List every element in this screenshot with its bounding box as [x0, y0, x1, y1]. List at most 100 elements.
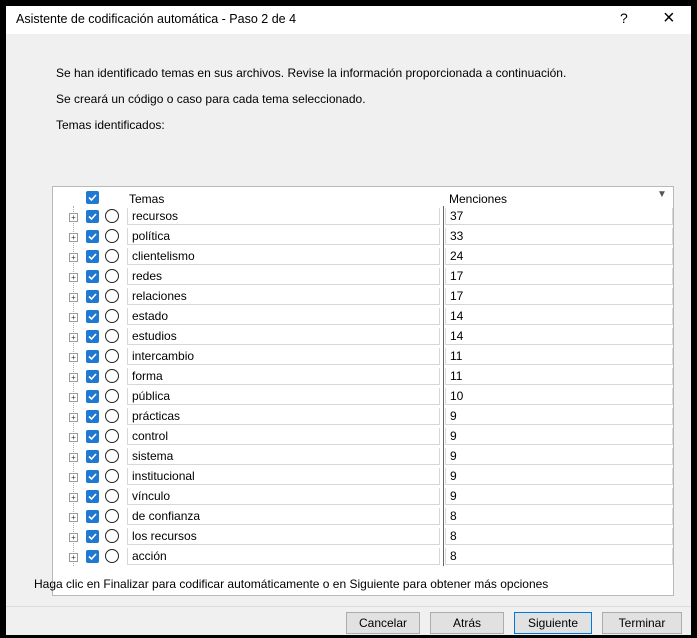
row-radio[interactable] — [105, 369, 119, 383]
table-row[interactable]: + relaciones 17 — [53, 287, 673, 307]
title-bar: Asistente de codificación automática - P… — [6, 6, 691, 34]
theme-cell: estudios — [127, 328, 440, 345]
expand-icon[interactable]: + — [69, 293, 78, 302]
row-checkbox[interactable] — [86, 410, 99, 423]
expand-icon[interactable]: + — [69, 273, 78, 282]
header-mentions[interactable]: Menciones — [449, 192, 507, 206]
header-themes[interactable]: Temas — [129, 192, 164, 206]
theme-cell: vínculo — [127, 488, 440, 505]
expand-icon[interactable]: + — [69, 533, 78, 542]
close-button[interactable]: × — [663, 7, 675, 30]
table-row[interactable]: + estudios 14 — [53, 327, 673, 347]
row-radio[interactable] — [105, 489, 119, 503]
expand-icon[interactable]: + — [69, 433, 78, 442]
table-row[interactable]: + pública 10 — [53, 387, 673, 407]
row-checkbox[interactable] — [86, 250, 99, 263]
row-checkbox[interactable] — [86, 490, 99, 503]
expand-icon[interactable]: + — [69, 553, 78, 562]
button-bar: Cancelar Atrás Siguiente Terminar — [6, 606, 691, 635]
row-checkbox[interactable] — [86, 370, 99, 383]
expand-icon[interactable]: + — [69, 333, 78, 342]
row-checkbox[interactable] — [86, 430, 99, 443]
theme-cell: redes — [127, 268, 440, 285]
row-radio[interactable] — [105, 509, 119, 523]
row-radio[interactable] — [105, 389, 119, 403]
row-radio[interactable] — [105, 449, 119, 463]
theme-cell: pública — [127, 388, 440, 405]
expand-icon[interactable]: + — [69, 233, 78, 242]
table-row[interactable]: + política 33 — [53, 227, 673, 247]
table-row[interactable]: + estado 14 — [53, 307, 673, 327]
expand-icon[interactable]: + — [69, 353, 78, 362]
mentions-cell: 33 — [445, 228, 673, 245]
expand-icon[interactable]: + — [69, 393, 78, 402]
expand-icon[interactable]: + — [69, 453, 78, 462]
table-row[interactable]: + clientelismo 24 — [53, 247, 673, 267]
row-radio[interactable] — [105, 549, 119, 563]
mentions-cell: 10 — [445, 388, 673, 405]
expand-icon[interactable]: + — [69, 493, 78, 502]
table-row[interactable]: + control 9 — [53, 427, 673, 447]
row-radio[interactable] — [105, 209, 119, 223]
row-checkbox[interactable] — [86, 310, 99, 323]
mentions-cell: 11 — [445, 368, 673, 385]
row-radio[interactable] — [105, 309, 119, 323]
row-radio[interactable] — [105, 349, 119, 363]
table-row[interactable]: + sistema 9 — [53, 447, 673, 467]
expand-icon[interactable]: + — [69, 473, 78, 482]
status-text: Haga clic en Finalizar para codificar au… — [34, 577, 549, 591]
row-checkbox[interactable] — [86, 330, 99, 343]
table-row[interactable]: + acción 8 — [53, 547, 673, 567]
row-checkbox[interactable] — [86, 350, 99, 363]
row-checkbox[interactable] — [86, 270, 99, 283]
theme-cell: forma — [127, 368, 440, 385]
expand-icon[interactable]: + — [69, 253, 78, 262]
table-row[interactable]: + los recursos 8 — [53, 527, 673, 547]
row-radio[interactable] — [105, 289, 119, 303]
theme-cell: recursos — [127, 208, 440, 225]
row-checkbox[interactable] — [86, 530, 99, 543]
expand-icon[interactable]: + — [69, 373, 78, 382]
theme-cell: los recursos — [127, 528, 440, 545]
table-row[interactable]: + intercambio 11 — [53, 347, 673, 367]
table-row[interactable]: + prácticas 9 — [53, 407, 673, 427]
expand-icon[interactable]: + — [69, 413, 78, 422]
back-button[interactable]: Atrás — [430, 612, 504, 634]
next-button[interactable]: Siguiente — [514, 612, 592, 634]
row-radio[interactable] — [105, 329, 119, 343]
select-all-checkbox[interactable] — [86, 191, 99, 204]
row-checkbox[interactable] — [86, 230, 99, 243]
info-text-3: Temas identificados: — [56, 118, 165, 132]
expand-icon[interactable]: + — [69, 313, 78, 322]
table-row[interactable]: + redes 17 — [53, 267, 673, 287]
row-radio[interactable] — [105, 409, 119, 423]
expand-icon[interactable]: + — [69, 513, 78, 522]
row-radio[interactable] — [105, 469, 119, 483]
help-button[interactable]: ? — [620, 10, 628, 26]
row-radio[interactable] — [105, 529, 119, 543]
theme-cell: relaciones — [127, 288, 440, 305]
cancel-button[interactable]: Cancelar — [346, 612, 420, 634]
row-radio[interactable] — [105, 229, 119, 243]
row-radio[interactable] — [105, 269, 119, 283]
row-checkbox[interactable] — [86, 470, 99, 483]
row-checkbox[interactable] — [86, 550, 99, 563]
table-row[interactable]: + forma 11 — [53, 367, 673, 387]
sort-arrow-icon[interactable]: ▼ — [657, 189, 667, 200]
table-row[interactable]: + de confianza 8 — [53, 507, 673, 527]
row-checkbox[interactable] — [86, 510, 99, 523]
row-checkbox[interactable] — [86, 450, 99, 463]
row-checkbox[interactable] — [86, 210, 99, 223]
table-row[interactable]: + institucional 9 — [53, 467, 673, 487]
row-radio[interactable] — [105, 429, 119, 443]
table-row[interactable]: + vínculo 9 — [53, 487, 673, 507]
table-row[interactable]: + recursos 37 — [53, 207, 673, 227]
expand-icon[interactable]: + — [69, 213, 78, 222]
finish-button[interactable]: Terminar — [602, 612, 682, 634]
theme-cell: intercambio — [127, 348, 440, 365]
theme-cell: prácticas — [127, 408, 440, 425]
info-text-2: Se creará un código o caso para cada tem… — [56, 92, 366, 106]
row-checkbox[interactable] — [86, 290, 99, 303]
row-radio[interactable] — [105, 249, 119, 263]
row-checkbox[interactable] — [86, 390, 99, 403]
